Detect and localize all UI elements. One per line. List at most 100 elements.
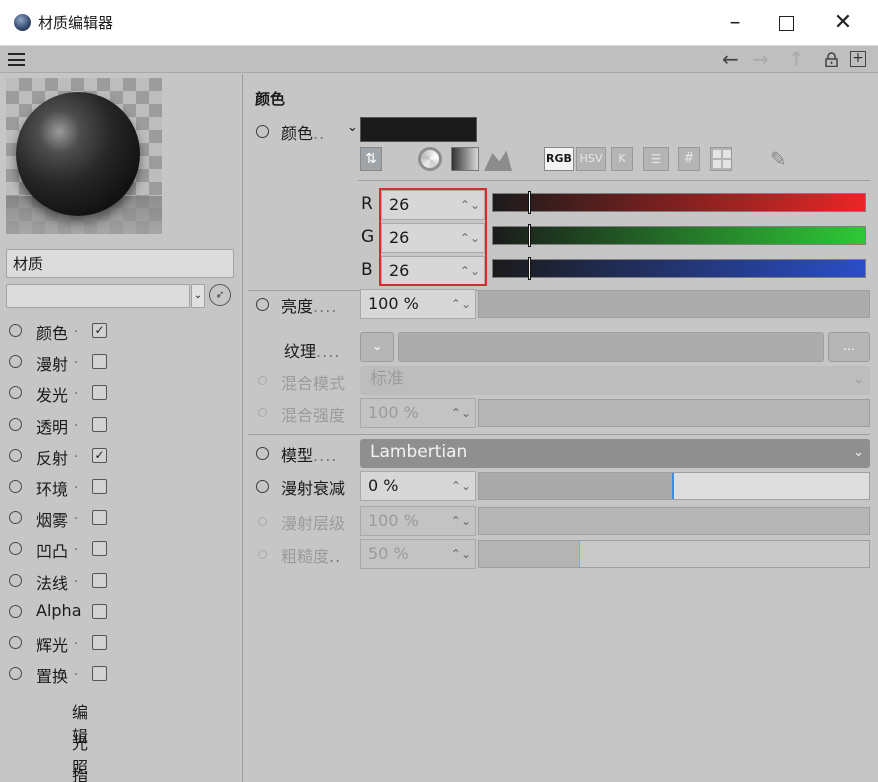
up-arrow-icon[interactable]: ↑	[788, 48, 805, 70]
gradient-image-icon[interactable]	[451, 147, 479, 171]
diffuse-falloff-input[interactable]: 0 % ⌃⌄	[360, 471, 476, 501]
channel-radio[interactable]	[9, 573, 22, 587]
channel-checkbox[interactable]	[92, 385, 107, 401]
mountain-image-icon[interactable]	[484, 150, 512, 171]
cursor-pick-icon[interactable]: ➶	[209, 284, 231, 306]
menu-icon[interactable]	[8, 53, 25, 66]
brightness-radio[interactable]	[256, 298, 269, 311]
texture-dropdown-button[interactable]: ⌄	[360, 332, 394, 362]
roughness-slider[interactable]	[478, 540, 870, 568]
diffuse-falloff-slider[interactable]	[478, 472, 870, 500]
channel-item[interactable]: 法线.	[0, 565, 243, 596]
channel-checkbox[interactable]	[92, 323, 107, 338]
mix-strength-radio[interactable]	[258, 408, 267, 417]
lock-icon[interactable]	[824, 52, 839, 67]
spectrum-icon[interactable]	[418, 147, 442, 171]
diffuse-level-slider[interactable]	[478, 507, 870, 535]
filter-dropdown-button[interactable]: ⌄	[191, 284, 205, 308]
channel-radio[interactable]	[9, 386, 22, 400]
channel-item[interactable]: 发光.	[0, 377, 243, 408]
color-wheel-icon[interactable]: ⇅	[360, 147, 382, 171]
brightness-input[interactable]: 100 % ⌃⌄	[360, 289, 476, 319]
tab-item[interactable]: 光照	[0, 720, 243, 777]
channel-item[interactable]: 漫射.	[0, 346, 243, 377]
channel-radio[interactable]	[9, 604, 22, 618]
channel-checkbox[interactable]	[92, 478, 107, 494]
channel-item[interactable]: 辉光.	[0, 627, 243, 658]
channel-checkbox[interactable]	[92, 572, 107, 588]
back-arrow-icon[interactable]: ←	[722, 48, 739, 70]
channel-item[interactable]: 反射.	[0, 440, 243, 471]
channel-checkbox[interactable]	[92, 447, 107, 463]
roughness-fill	[479, 541, 581, 567]
tab-item[interactable]: 编辑.	[0, 689, 243, 746]
red-slider-knob[interactable]	[528, 191, 531, 214]
channel-radio[interactable]	[9, 324, 22, 337]
minimize-button[interactable]: –	[708, 0, 762, 46]
channel-radio[interactable]	[9, 511, 22, 525]
channel-checkbox[interactable]	[92, 634, 107, 650]
channel-radio[interactable]	[9, 635, 22, 649]
hex-mode-button[interactable]: #	[678, 147, 700, 171]
model-radio[interactable]	[256, 447, 269, 460]
material-preview[interactable]	[6, 78, 162, 234]
tab-item[interactable]: 指定	[0, 752, 243, 782]
diffuse-falloff-radio[interactable]	[256, 480, 269, 493]
mix-strength-slider[interactable]	[478, 399, 870, 427]
channel-radio[interactable]	[9, 667, 22, 681]
mix-mode-select[interactable]: 标准 ⌄	[360, 366, 870, 395]
channel-item[interactable]: 烟雾.	[0, 502, 243, 533]
green-slider-knob[interactable]	[528, 224, 531, 247]
diffuse-level-radio[interactable]	[258, 517, 267, 526]
material-name-field[interactable]: 材质	[6, 249, 234, 278]
channel-checkbox[interactable]	[92, 666, 107, 682]
diffuse-level-input[interactable]: 100 % ⌃⌄	[360, 506, 476, 536]
red-slider[interactable]	[492, 191, 866, 214]
left-panel: 材质 ⌄ ➶ 颜色.漫射.发光.透明.反射.环境.烟雾.凹凸.法线.Alpha辉…	[0, 74, 243, 782]
mix-strength-label: 混合强度	[281, 406, 346, 425]
new-window-icon[interactable]: +	[850, 51, 866, 67]
roughness-input[interactable]: 50 % ⌃⌄	[360, 539, 476, 569]
channel-checkbox[interactable]	[92, 603, 107, 619]
channel-item[interactable]: 环境.	[0, 471, 243, 502]
color-radio[interactable]	[256, 125, 269, 138]
channel-radio[interactable]	[9, 448, 22, 462]
blue-slider[interactable]	[492, 257, 866, 280]
blue-slider-knob[interactable]	[528, 257, 531, 280]
color-expand-chevron-icon[interactable]: ⌄	[347, 120, 358, 135]
mixer-icon[interactable]: ☰	[643, 147, 669, 171]
channel-checkbox[interactable]	[92, 510, 107, 526]
channel-radio[interactable]	[9, 479, 22, 493]
channel-item[interactable]: 置换.	[0, 658, 243, 689]
close-button[interactable]: ✕	[816, 0, 870, 46]
channel-item[interactable]: 颜色.	[0, 315, 243, 346]
color-swatch[interactable]	[360, 117, 477, 142]
channel-label: 反射	[36, 448, 69, 468]
brightness-slider[interactable]	[478, 290, 870, 318]
swatch-grid-icon[interactable]	[710, 147, 732, 171]
channel-radio[interactable]	[9, 417, 22, 431]
green-slider[interactable]	[492, 224, 866, 247]
rgb-mode-button[interactable]: RGB	[544, 147, 574, 171]
channel-radio[interactable]	[9, 355, 22, 369]
channel-checkbox[interactable]	[92, 416, 107, 432]
roughness-radio[interactable]	[258, 550, 267, 559]
filter-input[interactable]	[6, 284, 190, 308]
channel-checkbox[interactable]	[92, 354, 107, 370]
texture-more-button[interactable]: ...	[828, 332, 870, 362]
mix-mode-radio[interactable]	[258, 376, 267, 385]
maximize-button[interactable]	[760, 0, 814, 46]
hsv-mode-button[interactable]: HSV	[576, 147, 606, 171]
texture-slot[interactable]	[398, 332, 824, 362]
channel-item[interactable]: Alpha	[0, 596, 243, 627]
mix-strength-input[interactable]: 100 % ⌃⌄	[360, 398, 476, 428]
model-select[interactable]: Lambertian ⌄	[360, 439, 870, 468]
forward-arrow-icon[interactable]: →	[752, 48, 769, 70]
kelvin-mode-button[interactable]: K	[611, 147, 633, 171]
channel-radio[interactable]	[9, 542, 22, 556]
channel-item[interactable]: 凹凸.	[0, 533, 243, 564]
channel-letter: R	[361, 194, 373, 214]
channel-item[interactable]: 透明.	[0, 409, 243, 440]
eyedropper-icon[interactable]: ✎	[770, 147, 796, 171]
channel-checkbox[interactable]	[92, 541, 107, 557]
